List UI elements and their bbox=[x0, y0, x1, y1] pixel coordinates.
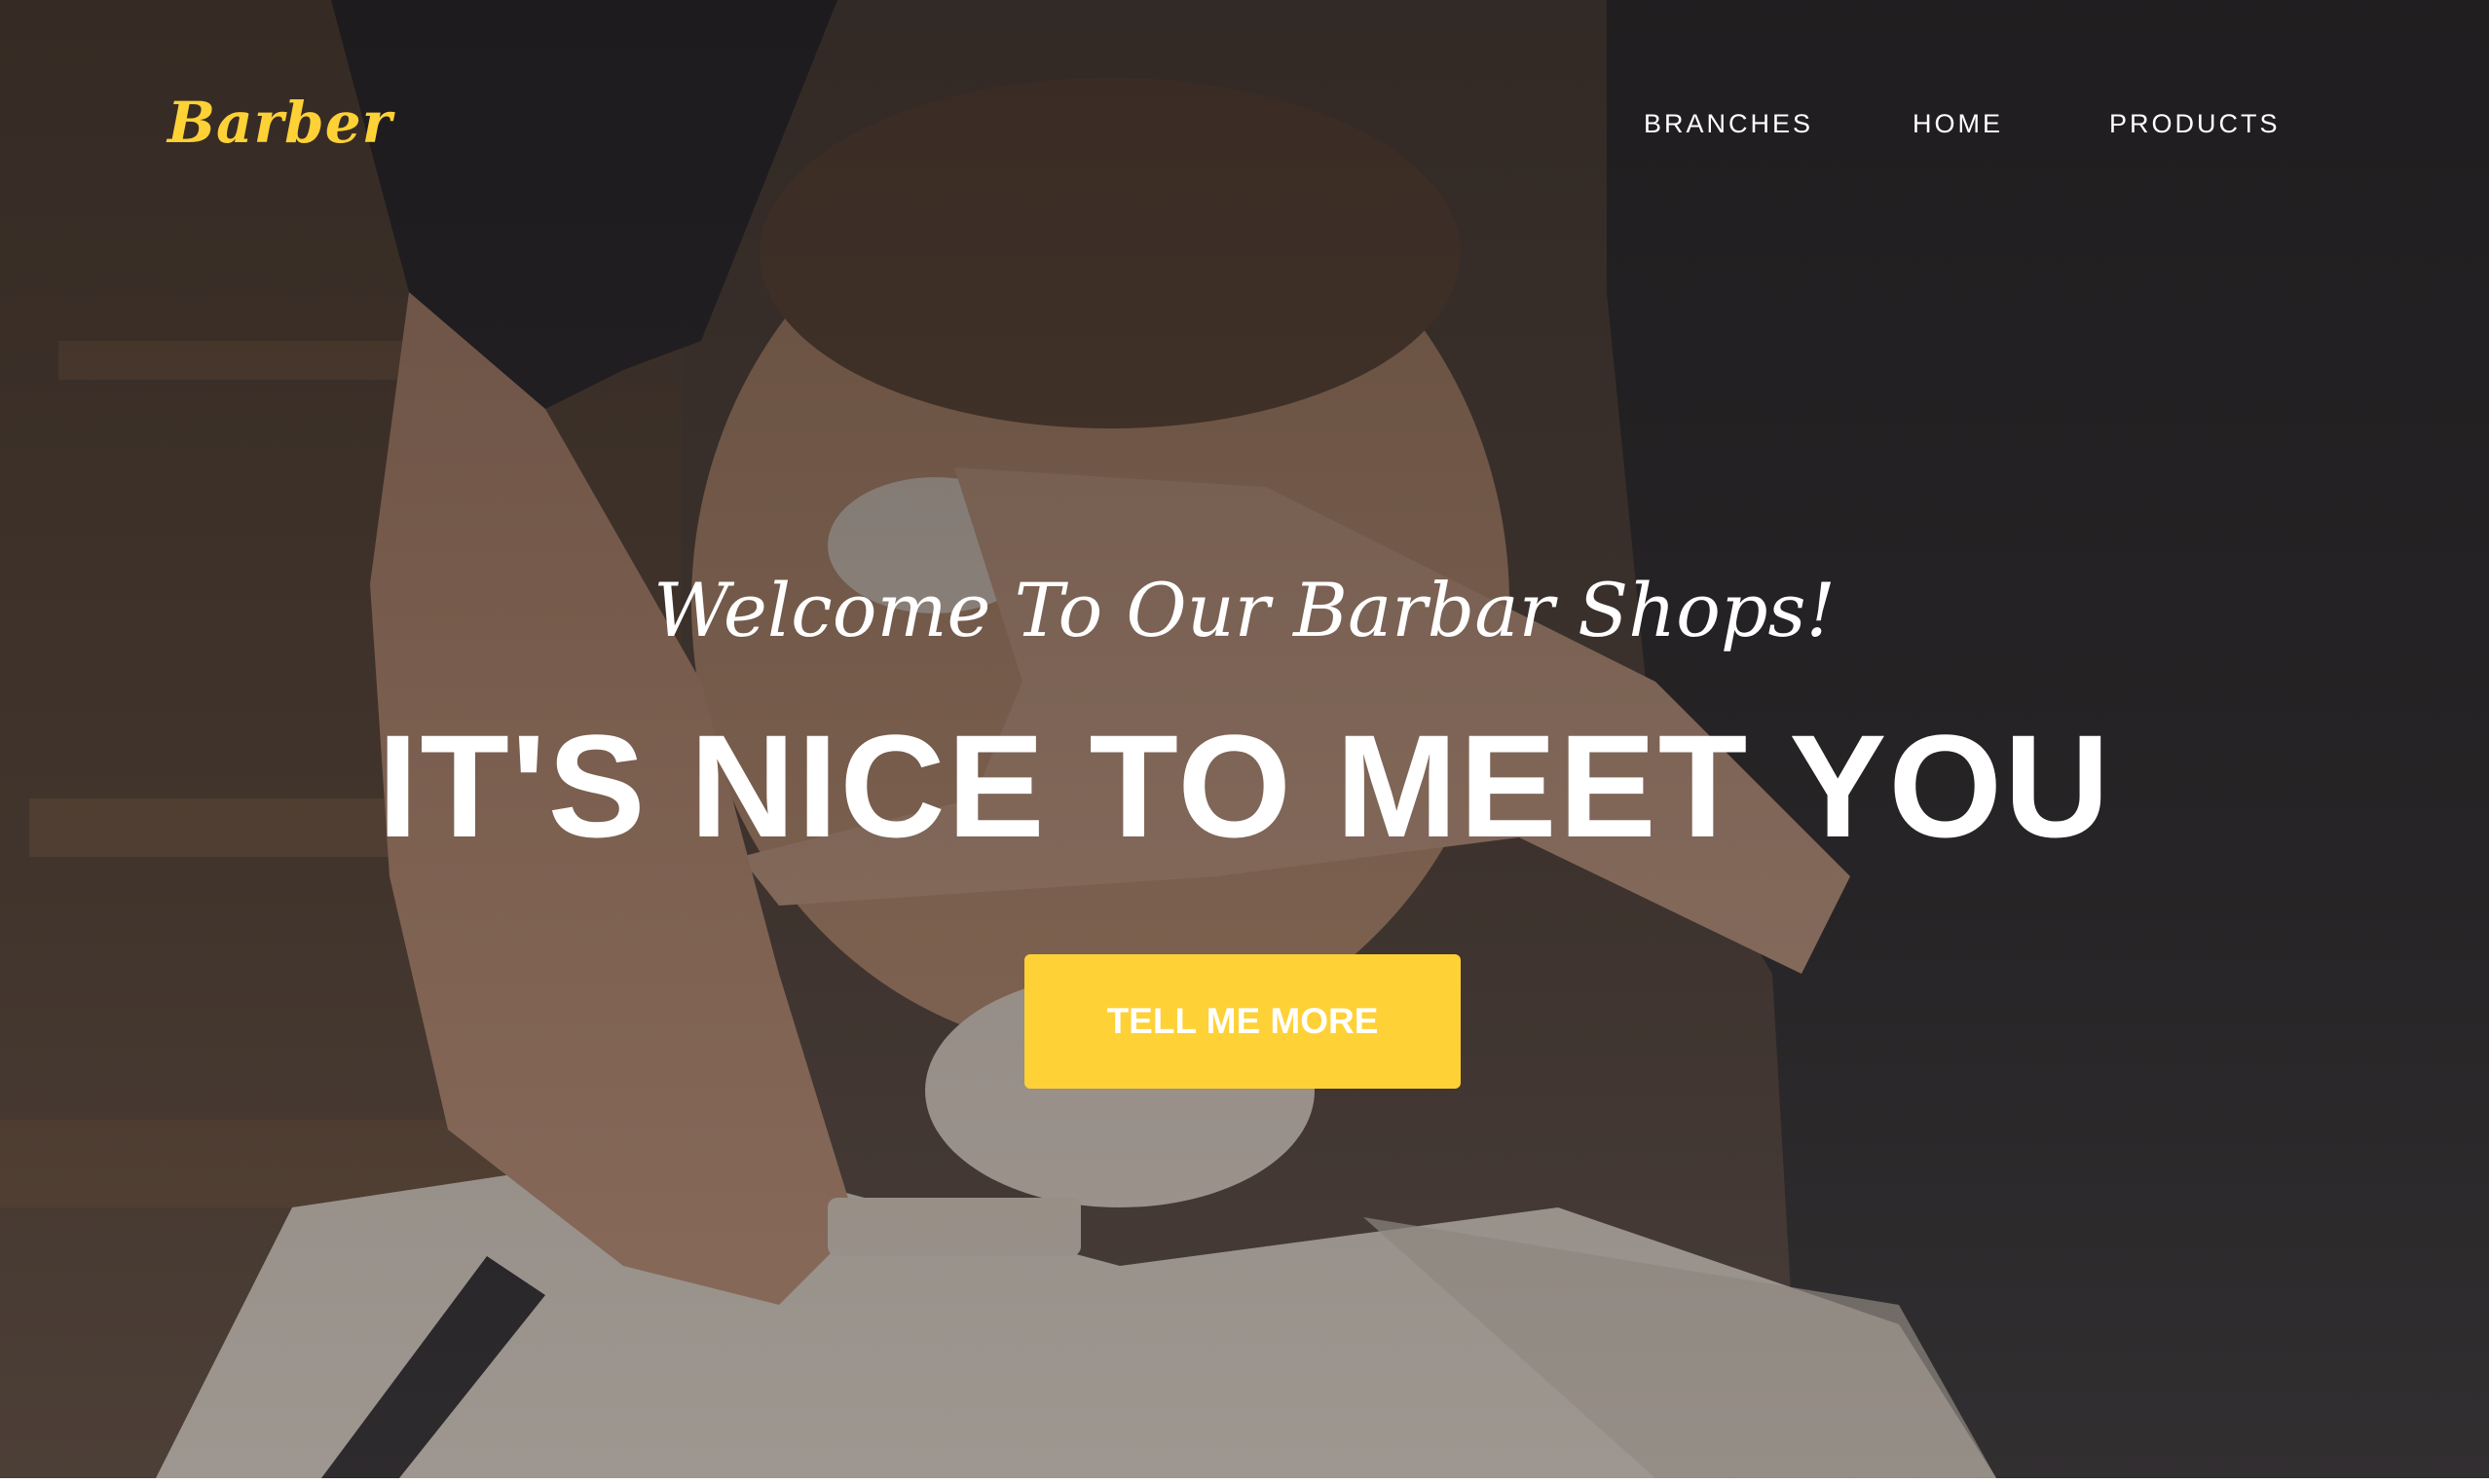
nav-link-home[interactable]: HOME bbox=[1913, 109, 2003, 139]
main-nav: Barber BRANCHES HOME PRODUCTS bbox=[0, 0, 2489, 253]
page-bottom-edge bbox=[0, 1478, 2489, 1484]
brand-logo[interactable]: Barber bbox=[167, 90, 392, 156]
nav-link-branches[interactable]: BRANCHES bbox=[1644, 109, 1813, 139]
hero-lead-text: Welcome To Our Barbar Shops! bbox=[652, 567, 1837, 653]
tell-me-more-button[interactable]: TELL ME MORE bbox=[1024, 954, 1461, 1089]
hero-section: Barber BRANCHES HOME PRODUCTS Welcome To… bbox=[0, 0, 2489, 1478]
hero-heading: IT'S NICE TO MEET YOU bbox=[377, 704, 2112, 868]
nav-link-products[interactable]: PRODUCTS bbox=[2109, 109, 2281, 139]
